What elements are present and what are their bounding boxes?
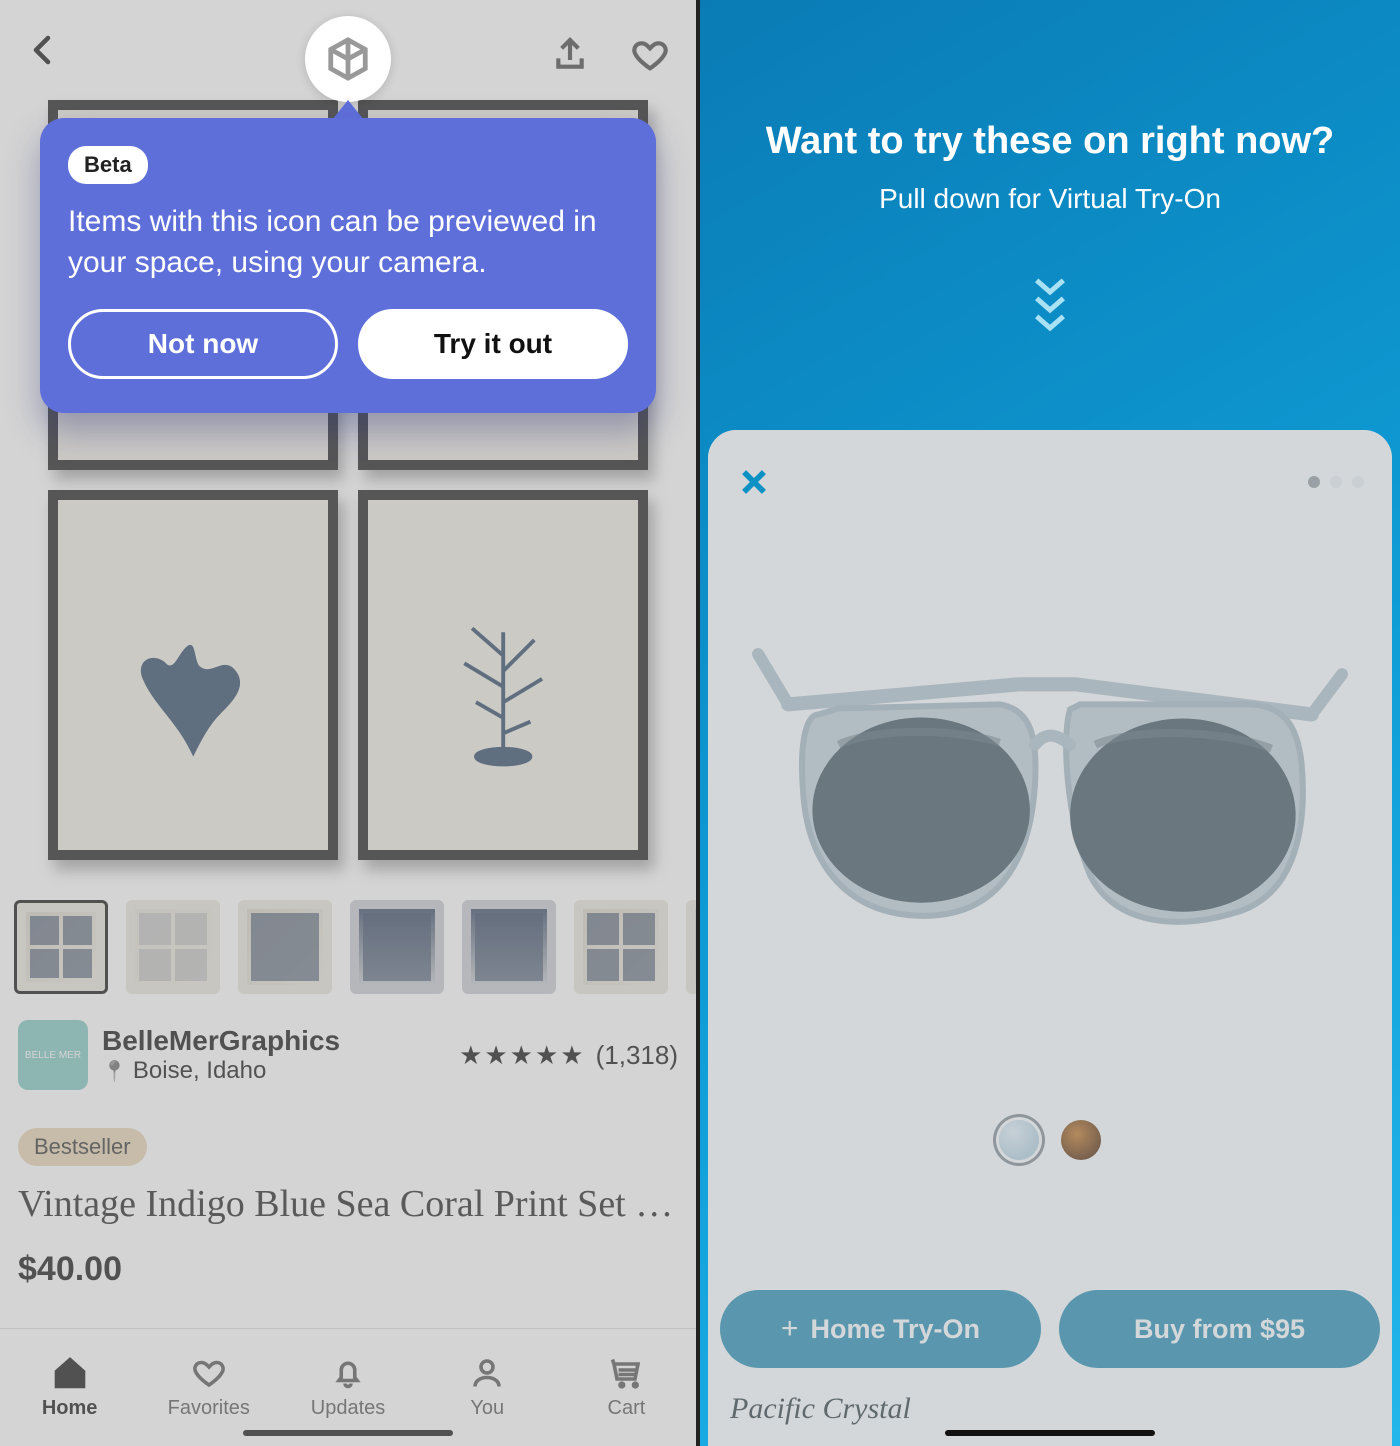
warby-tryon-screen: Want to try these on right now? Pull dow… <box>700 0 1400 1446</box>
try-it-out-button[interactable]: Try it out <box>358 309 628 379</box>
tooltip-text: Items with this icon can be previewed in… <box>68 202 628 283</box>
tooltip-pointer <box>332 100 364 120</box>
card-dim-overlay[interactable] <box>708 430 1392 1446</box>
close-button[interactable] <box>734 462 774 502</box>
tooltip-buttons: Not now Try it out <box>68 309 628 379</box>
cube-icon <box>325 36 371 82</box>
pull-down-chevrons-icon[interactable] <box>1030 280 1070 334</box>
dot <box>1308 476 1320 488</box>
etsy-product-screen: BELLE MER BelleMerGraphics Boise, Idaho … <box>0 0 700 1446</box>
home-indicator[interactable] <box>945 1430 1155 1436</box>
beta-badge: Beta <box>68 146 148 184</box>
hero-text: Want to try these on right now? Pull dow… <box>700 120 1400 215</box>
dot <box>1352 476 1364 488</box>
hero-subtitle: Pull down for Virtual Try-On <box>700 183 1400 215</box>
ar-preview-badge[interactable] <box>305 16 391 102</box>
ar-tooltip: Beta Items with this icon can be preview… <box>40 118 656 413</box>
dot <box>1330 476 1342 488</box>
not-now-button[interactable]: Not now <box>68 309 338 379</box>
page-dots[interactable] <box>1308 476 1364 488</box>
hero-title: Want to try these on right now? <box>700 120 1400 163</box>
